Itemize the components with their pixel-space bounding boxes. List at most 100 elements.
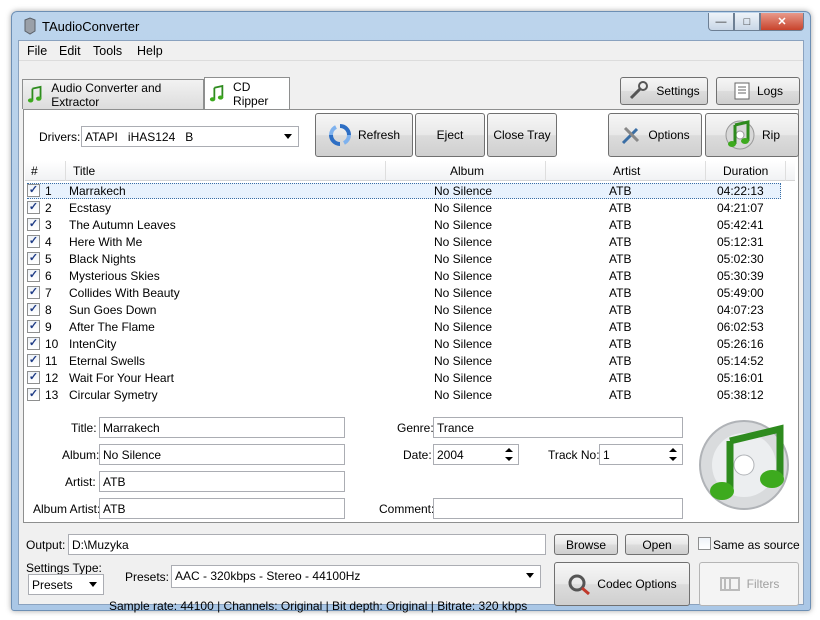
genre-field[interactable]: Trance <box>433 417 683 438</box>
logs-button[interactable]: Logs <box>716 77 800 105</box>
album-artist-field[interactable]: ATB <box>99 498 345 519</box>
track-title: Here With Me <box>69 235 143 249</box>
column-header-artist[interactable]: Artist <box>613 164 640 178</box>
genre-value: Trance <box>437 421 474 435</box>
track-album: No Silence <box>434 184 493 198</box>
track-duration: 06:02:53 <box>717 320 764 334</box>
track-duration: 05:42:41 <box>717 218 764 232</box>
options-label: Options <box>648 128 690 142</box>
track-artist: ATB <box>609 201 632 215</box>
music-note-icon <box>209 84 224 101</box>
spin-down-icon[interactable] <box>664 455 681 464</box>
chevron-down-icon <box>89 582 97 587</box>
minimize-button[interactable]: — <box>708 13 734 31</box>
rip-button[interactable]: Rip <box>705 113 799 157</box>
menu-help[interactable]: Help <box>137 44 163 58</box>
close-button[interactable]: ✕ <box>760 13 804 31</box>
track-checkbox[interactable]: ✓ <box>27 184 40 197</box>
tools-icon <box>622 126 640 145</box>
table-row[interactable]: ✓ 9 After The Flame No Silence ATB 06:02:53 <box>25 319 795 336</box>
table-row[interactable]: ✓ 7 Collides With Beauty No Silence ATB 05:49… <box>25 285 795 302</box>
date-field[interactable]: 2004 <box>433 444 519 465</box>
maximize-button[interactable]: □ <box>734 13 760 31</box>
table-row[interactable]: ✓ 13 Circular Symetry No Silence ATB 05:38:12 <box>25 387 795 404</box>
table-row[interactable]: ✓ 1 Marrakech No Silence ATB 04:22:13 <box>25 183 795 200</box>
table-row[interactable]: ✓ 11 Eternal Swells No Silence ATB 05:14:52 <box>25 353 795 370</box>
open-button[interactable]: Open <box>625 534 689 555</box>
track-title: Marrakech <box>69 184 126 198</box>
table-row[interactable]: ✓ 6 Mysterious Skies No Silence ATB 05:30:39 <box>25 268 795 285</box>
track-title: Eternal Swells <box>69 354 146 368</box>
date-spinner[interactable] <box>500 446 517 463</box>
settings-type-label: Settings Type: <box>26 561 102 575</box>
menu-file[interactable]: File <box>27 44 47 58</box>
tab-audio-converter[interactable]: Audio Converter and Extractor <box>22 79 204 109</box>
track-checkbox[interactable]: ✓ <box>27 201 40 214</box>
filters-button[interactable]: Filters <box>699 562 799 606</box>
same-as-source-checkbox[interactable] <box>698 537 711 550</box>
track-table: # Title Album Artist Duration ✓ 1 Marrakec… <box>25 161 795 409</box>
settings-button[interactable]: Settings <box>620 77 708 105</box>
column-header-title[interactable]: Title <box>73 164 95 178</box>
track-checkbox[interactable]: ✓ <box>27 320 40 333</box>
browse-button[interactable]: Browse <box>554 534 618 555</box>
track-checkbox[interactable]: ✓ <box>27 218 40 231</box>
refresh-button[interactable]: Refresh <box>315 113 413 157</box>
cd-music-logo-icon <box>699 420 789 510</box>
spin-up-icon[interactable] <box>664 446 681 455</box>
track-artist: ATB <box>609 337 632 351</box>
tab-cd-ripper[interactable]: CD Ripper <box>204 77 290 109</box>
menu-edit[interactable]: Edit <box>59 44 81 58</box>
options-button[interactable]: Options <box>608 113 702 157</box>
output-path-field[interactable]: D:\Muzyka <box>68 534 546 555</box>
track-checkbox[interactable]: ✓ <box>27 388 40 401</box>
track-album: No Silence <box>434 303 493 317</box>
track-artist: ATB <box>609 320 632 334</box>
drivers-select[interactable]: ATAPI iHAS124 B <box>81 126 299 147</box>
table-row[interactable]: ✓ 3 The Autumn Leaves No Silence ATB 05:42:41 <box>25 217 795 234</box>
filters-label: Filters <box>746 577 780 591</box>
title-field[interactable]: Marrakech <box>99 417 345 438</box>
album-artist-label: Album Artist: <box>33 502 101 516</box>
output-path-value: D:\Muzyka <box>72 538 129 552</box>
track-artist: ATB <box>609 286 632 300</box>
column-header-number[interactable]: # <box>31 164 38 178</box>
title-bar[interactable]: TAudioConverter — □ ✕ <box>12 12 810 40</box>
track-no-spinner[interactable] <box>664 446 681 463</box>
close-tray-button[interactable]: Close Tray <box>487 113 557 157</box>
track-checkbox[interactable]: ✓ <box>27 303 40 316</box>
table-row[interactable]: ✓ 10 IntenCity No Silence ATB 05:26:16 <box>25 336 795 353</box>
comment-field[interactable] <box>433 498 683 519</box>
drivers-label: Drivers: <box>39 130 81 144</box>
settings-type-select[interactable]: Presets <box>28 574 104 595</box>
table-row[interactable]: ✓ 12 Wait For Your Heart No Silence ATB 05:16… <box>25 370 795 387</box>
artist-field[interactable]: ATB <box>99 471 345 492</box>
table-row[interactable]: ✓ 4 Here With Me No Silence ATB 05:12:31 <box>25 234 795 251</box>
track-checkbox[interactable]: ✓ <box>27 252 40 265</box>
column-header-duration[interactable]: Duration <box>723 164 768 178</box>
track-checkbox[interactable]: ✓ <box>27 235 40 248</box>
table-row[interactable]: ✓ 5 Black Nights No Silence ATB 05:02:30 <box>25 251 795 268</box>
spin-up-icon[interactable] <box>500 446 517 455</box>
codec-options-button[interactable]: Codec Options <box>554 562 690 606</box>
menu-tools[interactable]: Tools <box>93 44 122 58</box>
presets-value: AAC - 320kbps - Stereo - 44100Hz <box>175 569 361 583</box>
table-row[interactable]: ✓ 8 Sun Goes Down No Silence ATB 04:07:23 <box>25 302 795 319</box>
track-no-field[interactable]: 1 <box>599 444 683 465</box>
track-checkbox[interactable]: ✓ <box>27 286 40 299</box>
track-checkbox[interactable]: ✓ <box>27 371 40 384</box>
album-field[interactable]: No Silence <box>99 444 345 465</box>
track-title: Circular Symetry <box>69 388 158 402</box>
eject-button[interactable]: Eject <box>415 113 485 157</box>
track-number: 5 <box>45 252 52 266</box>
track-checkbox[interactable]: ✓ <box>27 337 40 350</box>
same-as-source-label: Same as source <box>713 538 800 552</box>
track-artist: ATB <box>609 388 632 402</box>
table-row[interactable]: ✓ 2 Ecstasy No Silence ATB 04:21:07 <box>25 200 795 217</box>
track-checkbox[interactable]: ✓ <box>27 269 40 282</box>
track-checkbox[interactable]: ✓ <box>27 354 40 367</box>
spin-down-icon[interactable] <box>500 455 517 464</box>
column-header-album[interactable]: Album <box>450 164 484 178</box>
app-icon <box>24 17 36 35</box>
presets-select[interactable]: AAC - 320kbps - Stereo - 44100Hz <box>171 565 541 588</box>
